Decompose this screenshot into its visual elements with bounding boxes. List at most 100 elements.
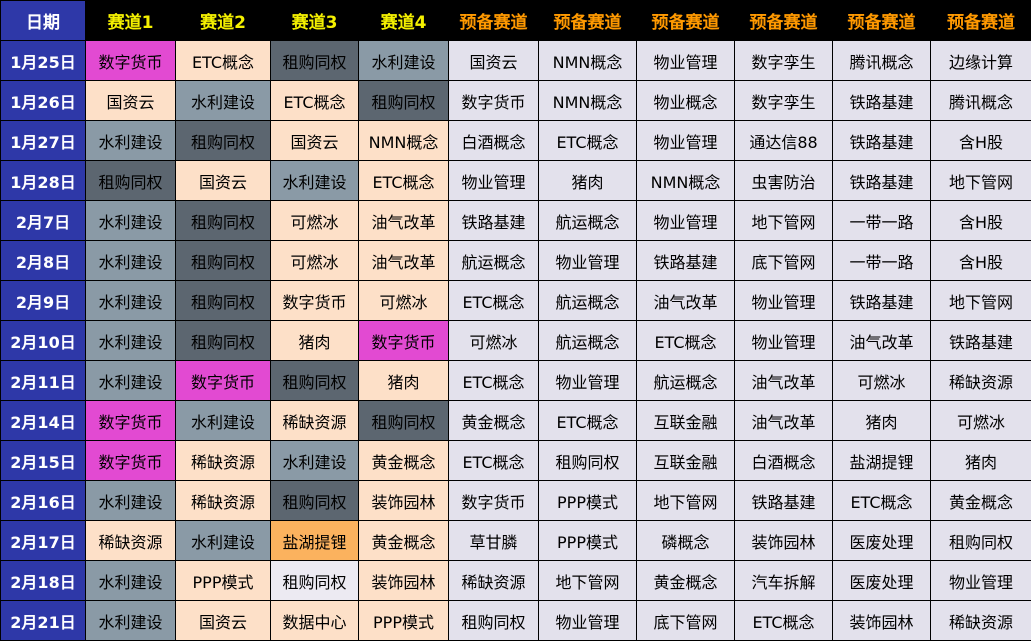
header-reserve-4: 预备赛道 [734, 0, 833, 41]
reserve-1-cell: ETC概念 [448, 360, 539, 401]
reserve-5-cell: 猪肉 [832, 400, 931, 441]
reserve-5-cell: 可燃冰 [832, 360, 931, 401]
header-reserve-3: 预备赛道 [636, 0, 735, 41]
table-row: 2月8日 水利建设 租购同权 可燃冰 油气改革 航运概念 物业管理 铁路基建 底下管网 一带一路含… [0, 240, 1031, 281]
reserve-6-cell: 含H股 [930, 200, 1031, 241]
track-4-cell: 装饰园林 [358, 560, 449, 601]
track-4-cell: 黄金概念 [358, 520, 449, 561]
track-3-cell: 水利建设 [270, 160, 359, 201]
reserve-5-cell: 装饰园林 [832, 600, 931, 641]
reserve-1-cell: 数字货币 [448, 480, 539, 521]
track-1-cell: 数字货币 [85, 40, 176, 81]
reserve-5-cell: 铁路基建 [832, 160, 931, 201]
reserve-6-cell: 租购同权 [930, 520, 1031, 561]
table-row: 2月17日 稀缺资源 水利建设 盐湖提锂 黄金概念 草甘膦 PPP模式 磷概念 装饰园林 医废处理… [0, 520, 1031, 561]
header-reserve-2: 预备赛道 [538, 0, 637, 41]
reserve-4-cell: ETC概念 [734, 600, 833, 641]
track-1-cell: 水利建设 [85, 240, 176, 281]
track-1-cell: 水利建设 [85, 320, 176, 361]
reserve-5-cell: 油气改革 [832, 320, 931, 361]
reserve-6-cell: 边缘计算 [930, 40, 1031, 81]
track-1-cell: 水利建设 [85, 600, 176, 641]
date-cell: 1月27日 [0, 120, 86, 161]
track-3-cell: 水利建设 [270, 440, 359, 481]
reserve-4-cell: 物业管理 [734, 320, 833, 361]
track-1-cell: 数字货币 [85, 400, 176, 441]
reserve-3-cell: 互联金融 [636, 440, 735, 481]
reserve-3-cell: 物业概念 [636, 80, 735, 121]
reserve-4-cell: 铁路基建 [734, 480, 833, 521]
track-3-cell: 数字货币 [270, 280, 359, 321]
reserve-6-cell: 可燃冰 [930, 400, 1031, 441]
track-4-cell: ETC概念 [358, 160, 449, 201]
reserve-6-cell: 含H股 [930, 240, 1031, 281]
reserve-4-cell: 数字孪生 [734, 80, 833, 121]
table-row: 2月18日 水利建设 PPP模式 租购同权 装饰园林 稀缺资源 地下管网 黄金概念 汽车拆解 医废… [0, 560, 1031, 601]
reserve-3-cell: 磷概念 [636, 520, 735, 561]
track-1-cell: 水利建设 [85, 200, 176, 241]
date-cell: 2月18日 [0, 560, 86, 601]
header-date: 日期 [0, 0, 86, 41]
reserve-5-cell: 一带一路 [832, 240, 931, 281]
track-3-cell: 稀缺资源 [270, 400, 359, 441]
reserve-5-cell: 铁路基建 [832, 280, 931, 321]
track-3-cell: 数据中心 [270, 600, 359, 641]
table-row: 2月7日 水利建设 租购同权 可燃冰 油气改革 铁路基建 航运概念 物业管理 地下管网 一带一路含… [0, 200, 1031, 241]
track-3-cell: 盐湖提锂 [270, 520, 359, 561]
reserve-6-cell: 含H股 [930, 120, 1031, 161]
reserve-2-cell: NMN概念 [538, 40, 637, 81]
track-4-cell: 数字货币 [358, 320, 449, 361]
reserve-2-cell: PPP模式 [538, 480, 637, 521]
track-2-cell: 水利建设 [175, 80, 271, 121]
reserve-1-cell: 租购同权 [448, 600, 539, 641]
date-cell: 2月14日 [0, 400, 86, 441]
track-2-cell: 国资云 [175, 600, 271, 641]
reserve-2-cell: ETC概念 [538, 120, 637, 161]
reserve-6-cell: 腾讯概念 [930, 80, 1031, 121]
header-reserve-1: 预备赛道 [448, 0, 539, 41]
track-1-cell: 水利建设 [85, 560, 176, 601]
reserve-5-cell: 医废处理 [832, 560, 931, 601]
track-4-cell: 租购同权 [358, 400, 449, 441]
track-1-cell: 稀缺资源 [85, 520, 176, 561]
track-3-cell: 租购同权 [270, 360, 359, 401]
reserve-2-cell: ETC概念 [538, 400, 637, 441]
reserve-4-cell: 数字孪生 [734, 40, 833, 81]
table-row: 1月25日 数字货币 ETC概念 租购同权 水利建设 国资云 NMN概念 物业管理 数字孪生 腾讯… [0, 40, 1031, 81]
track-1-cell: 水利建设 [85, 480, 176, 521]
track-2-cell: 水利建设 [175, 520, 271, 561]
reserve-6-cell: 黄金概念 [930, 480, 1031, 521]
reserve-2-cell: 航运概念 [538, 320, 637, 361]
track-1-cell: 水利建设 [85, 120, 176, 161]
reserve-1-cell: 可燃冰 [448, 320, 539, 361]
reserve-3-cell: NMN概念 [636, 160, 735, 201]
reserve-1-cell: 白酒概念 [448, 120, 539, 161]
track-3-cell: 租购同权 [270, 560, 359, 601]
reserve-1-cell: 国资云 [448, 40, 539, 81]
header-track-3: 赛道3 [270, 0, 359, 41]
track-1-cell: 租购同权 [85, 160, 176, 201]
reserve-5-cell: ETC概念 [832, 480, 931, 521]
table-row: 2月10日 水利建设 租购同权 猪肉 数字货币 可燃冰 航运概念 ETC概念 物业管理 油气改革铁… [0, 320, 1031, 361]
track-2-cell: 水利建设 [175, 400, 271, 441]
track-2-cell: 租购同权 [175, 280, 271, 321]
date-cell: 2月8日 [0, 240, 86, 281]
reserve-6-cell: 稀缺资源 [930, 600, 1031, 641]
reserve-4-cell: 油气改革 [734, 360, 833, 401]
date-cell: 1月28日 [0, 160, 86, 201]
reserve-3-cell: 物业管理 [636, 200, 735, 241]
header-track-1: 赛道1 [85, 0, 176, 41]
date-cell: 2月15日 [0, 440, 86, 481]
date-cell: 2月17日 [0, 520, 86, 561]
track-3-cell: 国资云 [270, 120, 359, 161]
date-cell: 2月7日 [0, 200, 86, 241]
track-2-cell: 稀缺资源 [175, 440, 271, 481]
track-4-cell: 黄金概念 [358, 440, 449, 481]
reserve-3-cell: 互联金融 [636, 400, 735, 441]
reserve-4-cell: 通达信88 [734, 120, 833, 161]
track-4-cell: 水利建设 [358, 40, 449, 81]
track-4-cell: 猪肉 [358, 360, 449, 401]
track-4-cell: 可燃冰 [358, 280, 449, 321]
reserve-1-cell: 物业管理 [448, 160, 539, 201]
reserve-6-cell: 物业管理 [930, 560, 1031, 601]
